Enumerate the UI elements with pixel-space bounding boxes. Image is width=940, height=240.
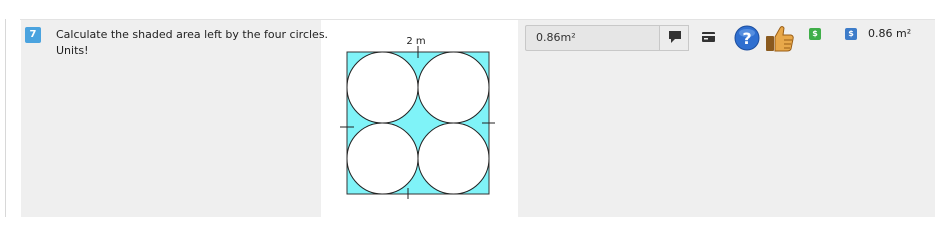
help-icon[interactable]: ? bbox=[734, 25, 760, 51]
thumbs-up-icon[interactable] bbox=[765, 23, 795, 53]
question-number-badge: 7 bbox=[25, 27, 41, 43]
question-prompt: Calculate the shaded area left by the fo… bbox=[56, 28, 329, 41]
question-text: Calculate the shaded area left by the fo… bbox=[56, 27, 328, 59]
blue-dollar-badge[interactable]: $ bbox=[845, 28, 857, 40]
circles-figure: 2 m bbox=[340, 36, 495, 199]
circle-top-left bbox=[346, 51, 419, 124]
circle-bottom-right bbox=[417, 122, 490, 195]
green-dollar-badge[interactable]: $ bbox=[809, 28, 821, 40]
left-divider bbox=[5, 19, 6, 217]
card-icon[interactable] bbox=[702, 32, 715, 42]
units-note: Units! bbox=[56, 44, 89, 57]
circle-bottom-left bbox=[346, 122, 419, 195]
comment-icon[interactable] bbox=[669, 31, 681, 43]
circle-top-right bbox=[417, 51, 490, 124]
answer-field[interactable]: 0.86m² bbox=[525, 25, 659, 51]
svg-text:?: ? bbox=[742, 29, 751, 48]
dimension-label: 2 m bbox=[406, 36, 425, 47]
final-answer-text: 0.86 m² bbox=[868, 27, 912, 40]
